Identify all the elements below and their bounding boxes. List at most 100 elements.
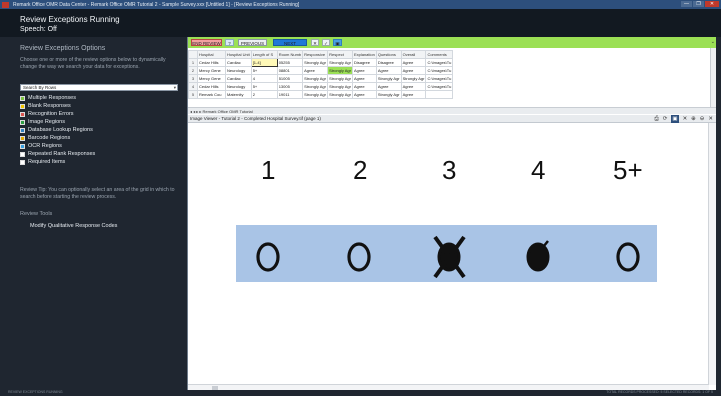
grid-cell[interactable]: Agree <box>351 74 377 83</box>
option-multiple-responses[interactable]: Multiple Responses <box>20 94 76 102</box>
row-number[interactable]: 5 <box>188 90 198 99</box>
grid-cell[interactable]: Agree <box>400 82 427 91</box>
grid-cell[interactable]: Strongly Agr <box>302 58 329 67</box>
grid-cell[interactable]: 19011 <box>276 90 304 99</box>
grid-cell[interactable]: Strongly Agr <box>327 82 353 91</box>
grid-cell[interactable]: Maternity <box>225 90 252 99</box>
option-ocr-regions[interactable]: OCR Regions <box>20 142 62 150</box>
collapse-icon[interactable]: ⌄ <box>711 39 715 45</box>
option-database-lookup-regions[interactable]: Database Lookup Regions <box>20 126 93 134</box>
search-by-select[interactable]: Search By Rows ▾ <box>20 84 178 91</box>
table-row[interactable]: 2 Mercy Gene Neurology 5+ 08801 Agree St… <box>188 66 454 75</box>
grid-cell[interactable]: Neurology <box>225 66 252 75</box>
table-row[interactable]: 3 Mercy Gene Cardiac 4 51005 Strongly Ag… <box>188 74 454 83</box>
grid-cell[interactable]: Strongly Agr <box>302 74 329 83</box>
table-row[interactable]: 1 Cedar Hills Cardiac [1-4] 05255 Strong… <box>188 58 454 67</box>
grid-cell[interactable]: Disagree <box>375 58 402 67</box>
grid-cell[interactable]: Agree <box>400 58 427 67</box>
sheet-nav-arrows[interactable]: ◂ ◂ ▸ ▸ <box>190 109 201 114</box>
grid-cell[interactable]: C:\Images\Tu <box>425 74 454 83</box>
column-header[interactable]: Hospital <box>197 50 226 59</box>
column-header[interactable]: Respect <box>327 50 353 59</box>
column-header[interactable]: Comments <box>425 50 454 59</box>
maximize-button[interactable]: ❐ <box>693 1 704 7</box>
column-header[interactable]: Length of S <box>250 50 278 59</box>
grid-cell[interactable]: 5+ <box>250 82 278 91</box>
grid-cell[interactable]: Agree <box>375 82 402 91</box>
column-header[interactable]: Questions <box>375 50 402 59</box>
previous-button[interactable]: PREVIOUS <box>238 39 267 46</box>
grid-cell[interactable]: 5+ <box>250 66 278 75</box>
grid-cell[interactable]: 05255 <box>276 58 304 67</box>
next-button[interactable]: NEXT <box>273 39 307 46</box>
image-toggle-button[interactable]: ▣ <box>333 39 342 46</box>
option-blank-responses[interactable]: Blank Responses <box>20 102 71 110</box>
grid-cell[interactable]: Strongly Agr <box>400 74 427 83</box>
grid-cell[interactable] <box>425 90 454 99</box>
option-repeated-rank-responses[interactable]: Repeated Rank Responses <box>20 150 95 158</box>
option-barcode-regions[interactable]: Barcode Regions <box>20 134 70 142</box>
modify-qualitative-codes-link[interactable]: Modify Qualitative Response Codes <box>30 223 117 229</box>
grid-cell[interactable]: Strongly Agr <box>302 82 329 91</box>
viewer-vertical-scrollbar[interactable] <box>708 123 716 385</box>
grid-corner[interactable] <box>188 50 198 59</box>
table-row[interactable]: 5 Remark Cou Maternity 2 19011 Strongly … <box>188 90 454 99</box>
checkbox-icon[interactable] <box>20 111 25 117</box>
checkbox-icon[interactable] <box>20 143 25 149</box>
row-number[interactable]: 4 <box>188 82 198 91</box>
checkbox-icon[interactable] <box>20 159 25 165</box>
option-image-regions[interactable]: Image Regions <box>20 118 65 126</box>
close-window-button[interactable]: ✕ <box>705 1 719 7</box>
grid-cell[interactable]: 13005 <box>276 82 304 91</box>
grid-cell[interactable]: C:\Images\Tu <box>425 58 454 67</box>
column-header[interactable]: Responsive <box>302 50 329 59</box>
grid-cell[interactable]: Strongly Agr <box>375 90 402 99</box>
grid-cell[interactable]: 2 <box>250 90 278 99</box>
grid-cell[interactable]: Strongly Agr <box>302 90 329 99</box>
checkbox-icon[interactable] <box>20 103 25 109</box>
row-number[interactable]: 2 <box>188 66 198 75</box>
table-row[interactable]: 4 Cedar Hills Neurology 5+ 13005 Strongl… <box>188 82 454 91</box>
minimize-button[interactable]: — <box>681 1 692 7</box>
accept-button[interactable]: ✓ <box>322 39 330 46</box>
grid-cell[interactable]: 51005 <box>276 74 304 83</box>
column-header[interactable]: Hospital Unit <box>225 50 252 59</box>
grid-cell[interactable]: Strongly Agr <box>375 74 402 83</box>
speech-status[interactable]: Speech: Off <box>20 26 57 33</box>
checkbox-icon[interactable] <box>20 127 25 133</box>
grid-cell[interactable]: Agree <box>351 66 377 75</box>
grid-cell[interactable]: Cardiac <box>225 74 252 83</box>
grid-cell[interactable]: 4 <box>250 74 278 83</box>
grid-cell[interactable]: Agree <box>400 90 427 99</box>
reject-button[interactable]: ✕ <box>311 39 319 46</box>
checkbox-icon[interactable] <box>20 119 25 125</box>
row-number[interactable]: 1 <box>188 58 198 67</box>
grid-cell[interactable]: Strongly Agr <box>327 58 353 67</box>
grid-cell[interactable]: Agree <box>400 66 427 75</box>
grid-cell[interactable]: Agree <box>351 82 377 91</box>
grid-cell[interactable]: C:\Images\Tu <box>425 82 454 91</box>
end-review-button[interactable]: END REVIEW <box>191 39 222 46</box>
grid-cell[interactable]: Cedar Hills <box>197 58 226 67</box>
checkbox-icon[interactable] <box>20 151 25 157</box>
grid-cell[interactable]: Neurology <box>225 82 252 91</box>
grid-cell[interactable]: Mercy Gene <box>197 66 226 75</box>
grid-cell[interactable]: C:\Images\Tu <box>425 66 454 75</box>
grid-cell[interactable]: Disagree <box>351 58 377 67</box>
column-header[interactable]: Overall <box>400 50 427 59</box>
close-icon[interactable]: ✕ <box>708 115 713 123</box>
help-button[interactable]: ? <box>225 39 234 46</box>
checkbox-icon[interactable] <box>20 95 25 101</box>
grid-cell[interactable]: Agree <box>351 90 377 99</box>
grid-cell[interactable]: Cedar Hills <box>197 82 226 91</box>
highlighted-grid-cell[interactable]: Strongly Agr <box>327 66 353 75</box>
row-number[interactable]: 3 <box>188 74 198 83</box>
option-recognition-errors[interactable]: Recognition Errors <box>20 110 74 118</box>
grid-cell[interactable]: Agree <box>302 66 329 75</box>
column-header[interactable]: Explanation <box>351 50 377 59</box>
grid-cell[interactable]: Strongly Agr <box>327 74 353 83</box>
checkbox-icon[interactable] <box>20 135 25 141</box>
grid-cell[interactable]: Mercy Gene <box>197 74 226 83</box>
column-header[interactable]: Room Numb <box>276 50 304 59</box>
grid-cell[interactable]: Strongly Agr <box>327 90 353 99</box>
